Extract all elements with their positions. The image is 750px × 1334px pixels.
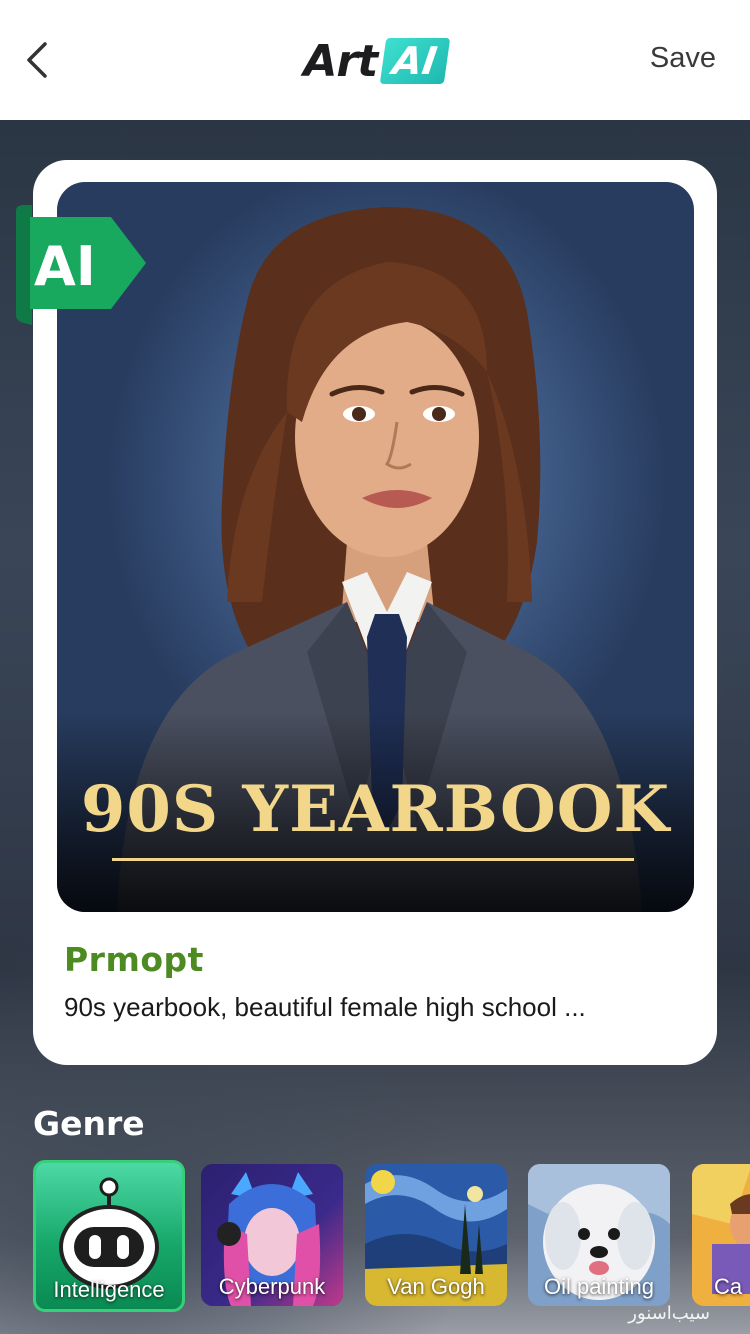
genre-label: Oil painting [543, 1274, 655, 1299]
genre-label: Cyberpunk [218, 1274, 326, 1299]
app-logo: Art AI [0, 34, 750, 88]
brand-badge: AI [379, 38, 450, 84]
genre-item-cyberpunk[interactable]: Cyberpunk [201, 1164, 343, 1306]
ai-badge-text: AI [34, 235, 96, 298]
genre-item-oil-painting[interactable]: Oil painting [528, 1164, 670, 1306]
prompt-label: Prmopt [64, 940, 204, 979]
ai-badge: AI [16, 205, 146, 325]
title-underline [112, 858, 634, 861]
watermark: سیب‌اسنور [628, 1303, 710, 1323]
prompt-text[interactable]: 90s yearbook, beautiful female high scho… [64, 992, 694, 1023]
genre-label: Ca [714, 1274, 743, 1299]
genre-heading: Genre [33, 1104, 145, 1143]
genre-item-cartoon[interactable]: Ca [692, 1164, 750, 1306]
brand-text: Art [303, 35, 378, 87]
top-bar: Art AI Save [0, 0, 750, 120]
genre-item-intelligence[interactable]: Intelligence [33, 1160, 185, 1312]
image-title: 90S YEARBOOK [80, 772, 671, 847]
genre-item-van-gogh[interactable]: Van Gogh [365, 1164, 507, 1306]
generated-portrait[interactable]: 90S YEARBOOK [57, 182, 694, 912]
genre-label: Van Gogh [387, 1274, 485, 1299]
save-button[interactable]: Save [650, 42, 716, 75]
genre-list[interactable]: Intelligence Cyberpunk Van Gogh Oil pain… [33, 1160, 750, 1312]
genre-label: Intelligence [53, 1277, 165, 1302]
